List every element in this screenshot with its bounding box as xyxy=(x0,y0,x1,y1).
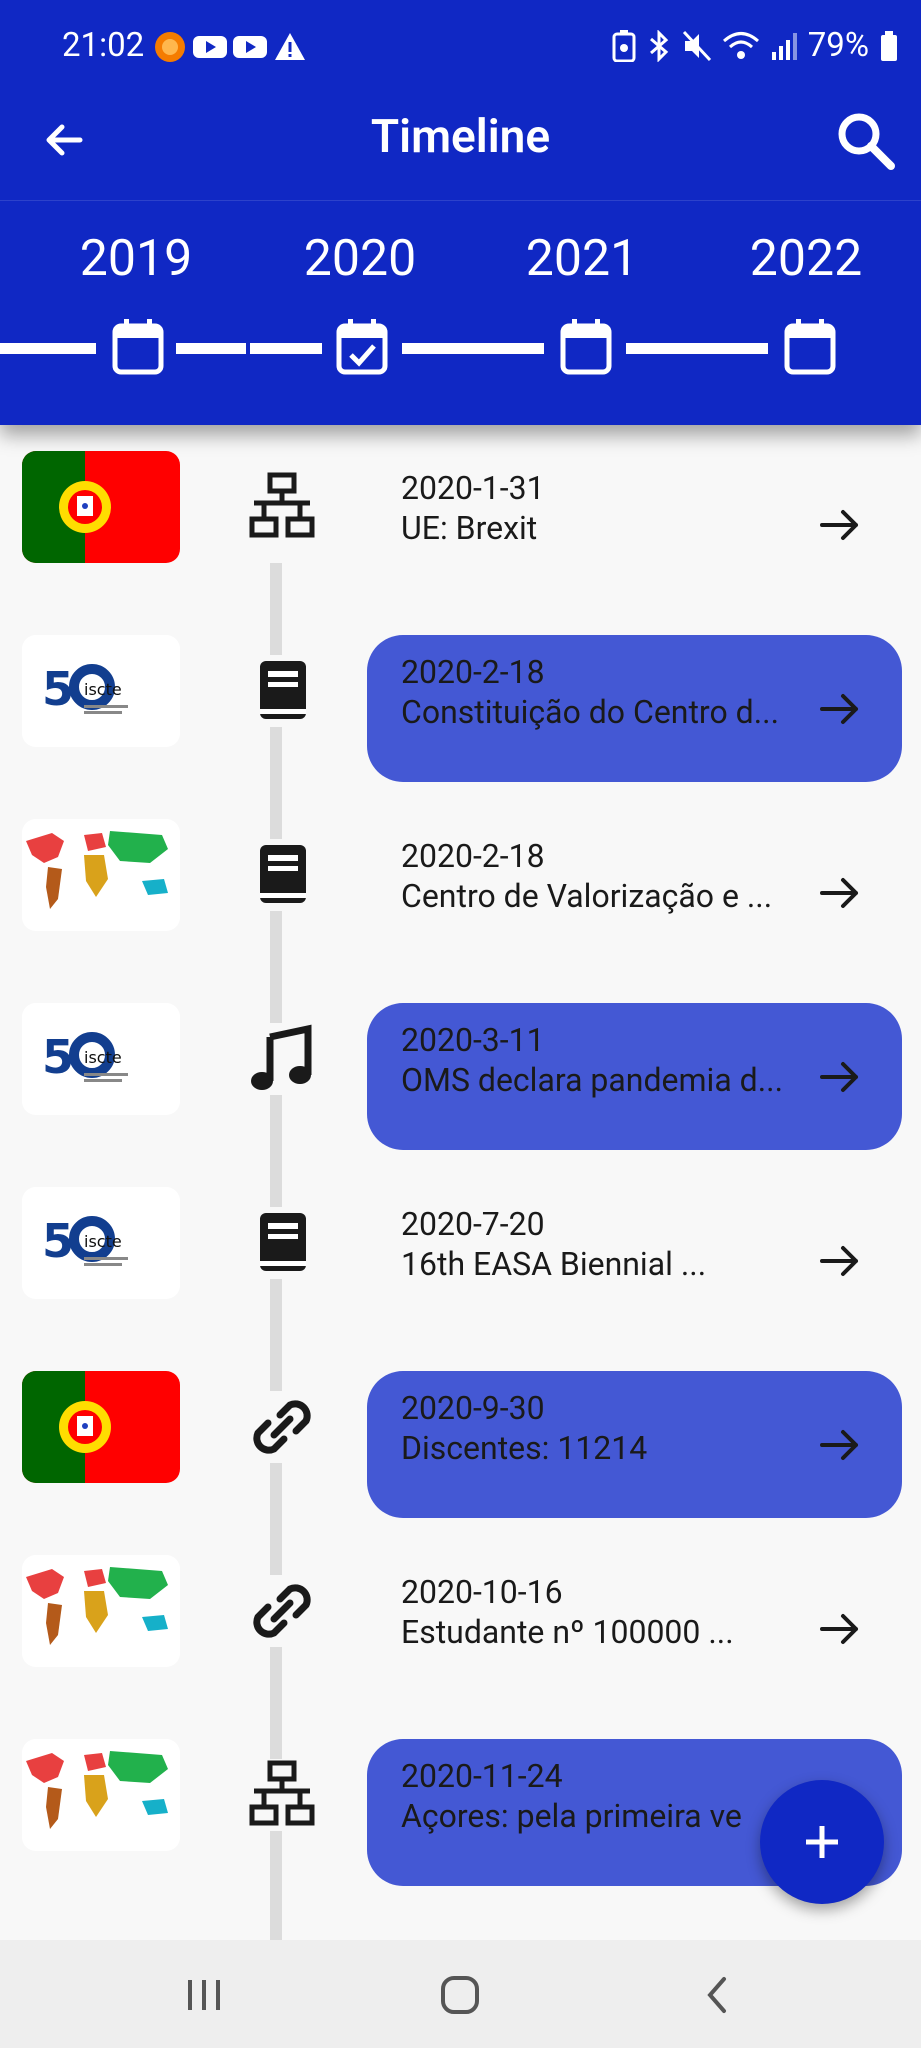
event-date: 2020-2-18 xyxy=(401,837,545,875)
event-title: Centro de Valorização e ... xyxy=(401,877,773,915)
year-2022[interactable]: 2022 xyxy=(716,230,896,288)
link-icon xyxy=(246,1391,318,1463)
arrow-forward-icon[interactable] xyxy=(816,501,864,549)
battery-icon xyxy=(881,30,897,61)
back-nav-icon[interactable] xyxy=(688,1970,748,2020)
timeline-row: 2020-9-30 Discentes: 11214 xyxy=(0,1335,921,1519)
year-line xyxy=(0,343,96,354)
battery-percent: 79% xyxy=(807,26,869,65)
event-date: 2020-1-31 xyxy=(401,469,545,507)
battery-saver-icon xyxy=(612,29,636,62)
timeline-card[interactable]: 2020-10-16 Estudante nº 100000 ... xyxy=(367,1555,902,1702)
header: 21:02 79% Timeline 2019 2020 2021 2022 xyxy=(0,0,921,425)
arrow-forward-icon[interactable] xyxy=(816,1053,864,1101)
event-date: 2020-3-11 xyxy=(401,1021,545,1059)
youtube-icon xyxy=(193,36,227,58)
youtube-icon xyxy=(233,36,267,58)
timeline-card[interactable]: 2020-3-11 OMS declara pandemia d... xyxy=(367,1003,902,1150)
year-line xyxy=(402,343,544,354)
book-icon xyxy=(246,1207,318,1279)
system-nav-bar xyxy=(0,1940,921,2048)
system-icons: 79% xyxy=(612,26,899,65)
book-icon xyxy=(246,655,318,727)
event-title: Discentes: 11214 xyxy=(401,1429,648,1467)
arrow-forward-icon[interactable] xyxy=(816,869,864,917)
event-date: 2020-2-18 xyxy=(401,653,545,691)
event-title: Estudante nº 100000 ... xyxy=(401,1613,734,1651)
timeline-card[interactable]: 2020-2-18 Constituição do Centro d... xyxy=(367,635,902,782)
timeline-card[interactable]: 2020-1-31 UE: Brexit xyxy=(367,451,902,598)
arrow-forward-icon[interactable] xyxy=(816,1237,864,1285)
app-notification-icon xyxy=(155,32,185,62)
search-icon[interactable] xyxy=(833,108,897,172)
year-2019[interactable]: 2019 xyxy=(46,230,226,288)
music-icon xyxy=(246,1023,318,1095)
event-date: 2020-11-24 xyxy=(401,1757,563,1795)
year-line xyxy=(626,343,768,354)
event-title: 16th EASA Biennial ... xyxy=(401,1245,707,1283)
event-title: Açores: pela primeira ve xyxy=(401,1797,742,1835)
plus-icon xyxy=(806,1826,838,1858)
portugal-flag-thumbnail xyxy=(22,1371,180,1483)
world-map-thumbnail xyxy=(22,1555,180,1667)
timeline-card[interactable]: 2020-2-18 Centro de Valorização e ... xyxy=(367,819,902,966)
timeline-row: 2020-10-16 Estudante nº 100000 ... xyxy=(0,1519,921,1703)
timeline-row: 5 iscte 2020-2-18 Constituição do Centro d.… xyxy=(0,599,921,783)
world-map-thumbnail xyxy=(22,819,180,931)
iscte-50-logo-thumbnail: 5 iscte xyxy=(22,1187,180,1299)
arrow-forward-icon[interactable] xyxy=(816,1605,864,1653)
year-line xyxy=(250,343,322,354)
timeline-list: 2020-1-31 UE: Brexit 5 iscte 2020-2-18 Consti… xyxy=(0,425,921,1940)
event-title: UE: Brexit xyxy=(401,509,538,547)
year-line xyxy=(176,343,246,354)
timeline-row: 5 iscte 2020-7-20 16th EASA Biennial ... xyxy=(0,1151,921,1335)
event-date: 2020-10-16 xyxy=(401,1573,563,1611)
timeline-row: 5 iscte 2020-3-11 OMS declara pandemia d... xyxy=(0,967,921,1151)
wifi-icon xyxy=(722,31,759,59)
book-icon xyxy=(246,839,318,911)
event-date: 2020-7-20 xyxy=(401,1205,545,1243)
add-button[interactable] xyxy=(760,1780,884,1904)
arrow-forward-icon[interactable] xyxy=(816,1421,864,1469)
page-title: Timeline xyxy=(370,110,551,164)
calendar-icon[interactable] xyxy=(112,318,164,376)
event-title: Constituição do Centro d... xyxy=(401,693,779,731)
world-map-thumbnail xyxy=(22,1739,180,1851)
calendar-check-icon[interactable] xyxy=(336,318,388,376)
iscte-50-logo-thumbnail: 5 iscte xyxy=(22,635,180,747)
link-icon xyxy=(246,1575,318,1647)
arrow-forward-icon[interactable] xyxy=(816,685,864,733)
year-2020[interactable]: 2020 xyxy=(270,230,450,288)
calendar-icon[interactable] xyxy=(560,318,612,376)
recent-apps-icon[interactable] xyxy=(174,1970,234,2020)
calendar-icon[interactable] xyxy=(784,318,836,376)
warning-icon xyxy=(275,33,305,60)
bluetooth-icon xyxy=(649,29,668,62)
status-time: 21:02 xyxy=(62,26,145,65)
portugal-flag-thumbnail xyxy=(22,451,180,563)
svg-text:iscte: iscte xyxy=(84,1048,122,1067)
network-icon xyxy=(246,1759,318,1831)
timeline-card[interactable]: 2020-7-20 16th EASA Biennial ... xyxy=(367,1187,902,1334)
event-date: 2020-9-30 xyxy=(401,1389,545,1427)
year-2021[interactable]: 2021 xyxy=(492,230,672,288)
svg-text:iscte: iscte xyxy=(84,680,122,699)
mute-icon xyxy=(682,30,711,61)
event-title: OMS declara pandemia d... xyxy=(401,1061,784,1099)
timeline-card[interactable]: 2020-9-30 Discentes: 11214 xyxy=(367,1371,902,1518)
status-bar: 21:02 79% xyxy=(0,0,921,92)
app-bar: Timeline xyxy=(0,92,921,200)
network-icon xyxy=(246,471,318,543)
timeline-row: 2020-2-18 Centro de Valorização e ... xyxy=(0,783,921,967)
signal-icon xyxy=(771,32,797,60)
home-icon[interactable] xyxy=(430,1970,490,2020)
timeline-row: 2020-1-31 UE: Brexit xyxy=(0,425,921,599)
divider xyxy=(0,200,921,201)
svg-text:iscte: iscte xyxy=(84,1232,122,1251)
iscte-50-logo-thumbnail: 5 iscte xyxy=(22,1003,180,1115)
